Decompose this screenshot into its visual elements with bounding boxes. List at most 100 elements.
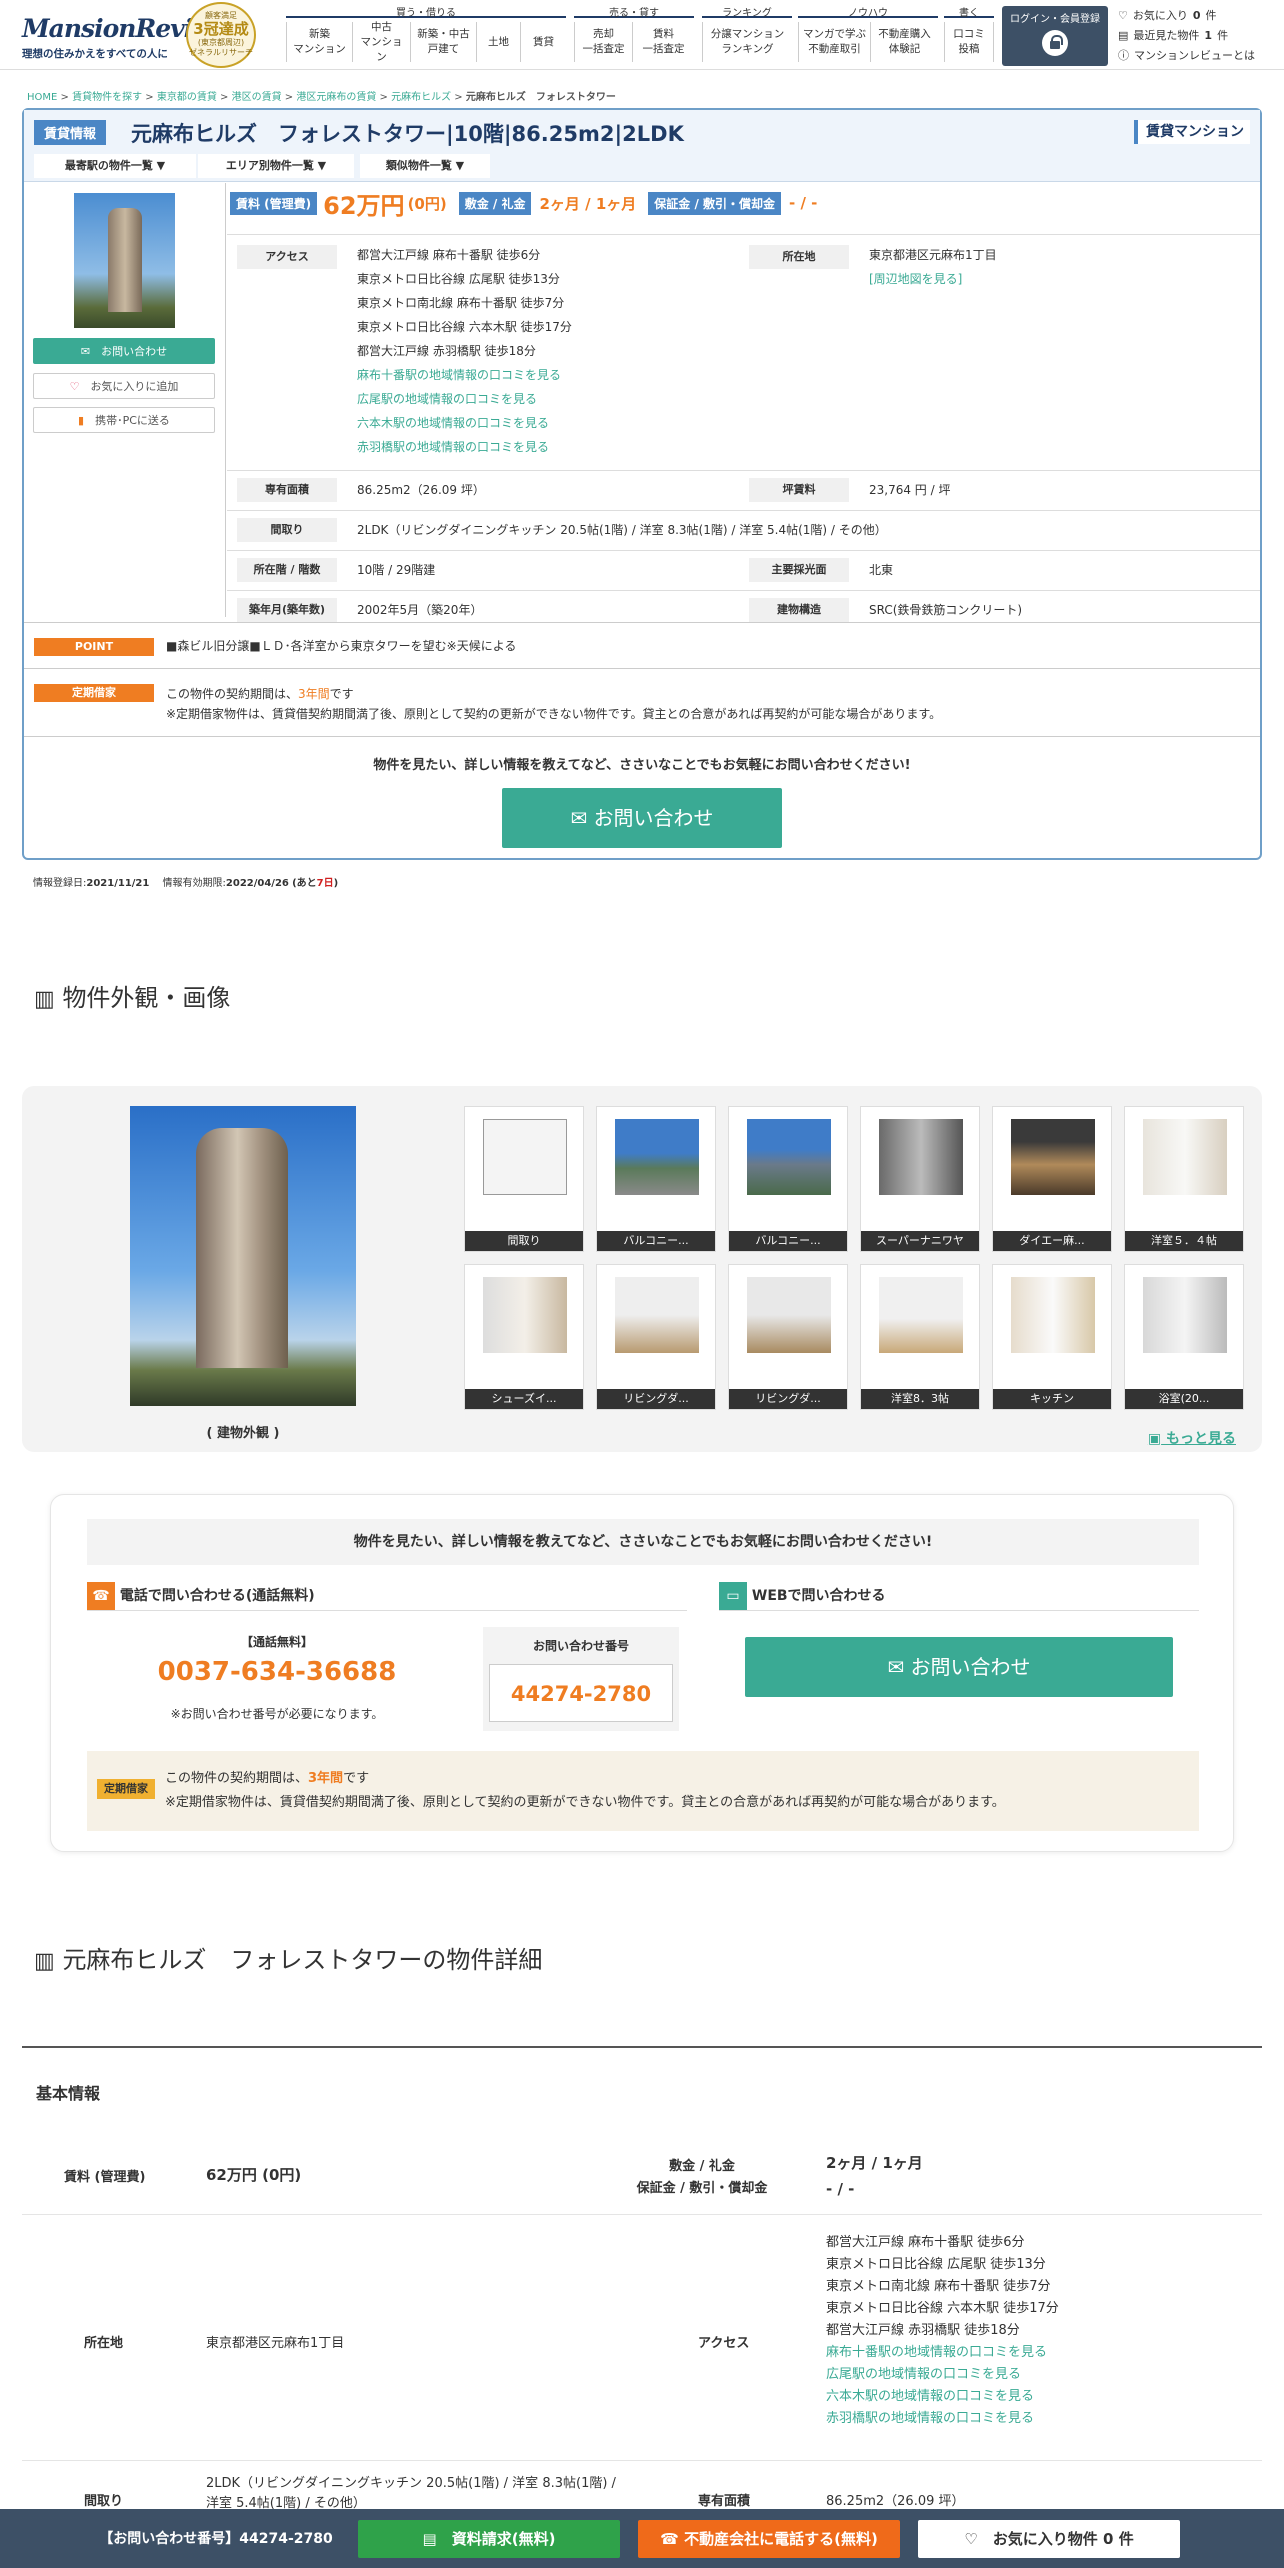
more-photos-link[interactable]: ▣ もっと見る <box>1148 1428 1236 1448</box>
thumbnail[interactable]: バルコニー... <box>596 1106 716 1252</box>
thumbnail[interactable]: 洋室8．3帖 <box>860 1264 980 1410</box>
phone-number[interactable]: 0037-634-36688 <box>87 1657 467 1687</box>
access-link[interactable]: 広尾駅の地域情報の口コミを見る <box>357 387 572 411</box>
thumbnail[interactable]: リビングダ... <box>728 1264 848 1410</box>
nav-review-post[interactable]: 口コミ 投稿 <box>944 22 994 62</box>
contact-card: 物件を見たい、詳しい情報を教えてなど、ささいなことでもお気軽にお問い合わせくださ… <box>50 1494 1234 1852</box>
crumb-minato[interactable]: 港区の賃貸 <box>232 92 282 103</box>
point-label: POINT <box>34 638 154 656</box>
send-mobile-button[interactable]: ▮ 携帯･PCに送る <box>33 407 215 433</box>
header-links: ♡ お気に入り 0 件 ▤ 最近見た物件 1 件 ⓘ マンションレビューとは <box>1118 6 1255 66</box>
structure-value: SRC(鉄骨鉄筋コンクリート) <box>869 603 1023 617</box>
thumbnail[interactable]: 洋室５．４帖 <box>1124 1106 1244 1252</box>
call-agent-button[interactable]: ☎ 不動産会社に電話する(無料) <box>638 2520 900 2558</box>
photo-gallery: ( 建物外観 ) 間取り バルコニー... バルコニー... スーパーナニワヤ … <box>22 1086 1262 1452</box>
crumb-tokyo[interactable]: 東京都の賃貸 <box>157 92 217 103</box>
inquiry-number-label: 【お問い合わせ番号】44274-2780 <box>99 2531 333 2547</box>
thumbnail[interactable]: ダイエー麻... <box>992 1106 1112 1252</box>
breadcrumb: HOME > 賃貸物件を探す > 東京都の賃貸 > 港区の賃貸 > 港区元麻布の… <box>27 92 616 103</box>
area-row: 専有面積 86.25m2（26.09 坪） 坪賃料 23,764 円 / 坪 <box>227 470 1260 510</box>
nav-house[interactable]: 新築・中古 戸建て <box>410 22 476 62</box>
main-exterior-photo[interactable] <box>130 1106 356 1406</box>
inquiry-button[interactable]: ✉ お問い合わせ <box>33 338 215 364</box>
request-docs-button[interactable]: ▤ 資料請求(無料) <box>358 2520 620 2558</box>
inquiry-number-box: お問い合わせ番号 44274-2780 <box>483 1627 679 1731</box>
access-link[interactable]: 赤羽橋駅の地域情報の口コミを見る <box>357 435 572 459</box>
thumbnail[interactable]: バルコニー... <box>728 1106 848 1252</box>
nav-ranking[interactable]: 分譲マンション ランキング <box>702 22 792 62</box>
thumbnail[interactable]: 浴室(20... <box>1124 1264 1244 1410</box>
inquiry-number: 44274-2780 <box>489 1664 673 1722</box>
fixed-lease-label: 定期借家 <box>34 684 154 702</box>
monitor-icon: ▭ <box>719 1582 747 1610</box>
phone-contact-heading: ☎ 電話で問い合わせる(通話無料) <box>87 1581 687 1611</box>
detail-address: 東京都港区元麻布1丁目 <box>206 2336 345 2351</box>
favorites-link[interactable]: ♡ お気に入り 0 件 <box>1118 6 1255 26</box>
unit-price-value: 23,764 円 / 坪 <box>869 483 951 497</box>
map-link[interactable]: [周辺地図を見る] <box>869 267 997 291</box>
crumb-rent[interactable]: 賃貸物件を探す <box>72 92 142 103</box>
detail-deposit: 2ヶ月 / 1ヶ月 <box>826 2154 923 2172</box>
area-dropdown[interactable]: エリア別物件一覧 ▼ <box>198 154 354 178</box>
deposit-value: 2ヶ月 / 1ヶ月 <box>539 194 637 213</box>
about-link[interactable]: ⓘ マンションレビューとは <box>1118 46 1255 66</box>
thumbnail[interactable]: キッチン <box>992 1264 1112 1410</box>
lease-notice: 定期借家 この物件の契約期間は、3年間です ※定期借家物件は、賃貸借契約期間満了… <box>87 1751 1199 1831</box>
thumbnail[interactable]: スーパーナニワヤ <box>860 1106 980 1252</box>
nav-group-write: 書く 口コミ 投稿 <box>944 4 994 62</box>
mail-icon: ✉ <box>570 806 588 830</box>
recent-link[interactable]: ▤ 最近見た物件 1 件 <box>1118 26 1255 46</box>
property-summary: 賃貸情報 元麻布ヒルズ フォレストタワー|10階|86.25m2|2LDK 賃貸… <box>22 108 1262 860</box>
detail-access: 都営大江戸線 麻布十番駅 徒歩6分 東京メトロ日比谷線 広尾駅 徒歩13分 東京… <box>826 2235 1059 2426</box>
document-icon: ▤ <box>422 2530 437 2548</box>
nav-group-sell: 売る・貸す 売却 一括査定 賃料 一括査定 <box>574 4 694 62</box>
nearby-station-dropdown[interactable]: 最寄駅の物件一覧 ▼ <box>34 154 196 178</box>
nav-land[interactable]: 土地 <box>476 22 520 62</box>
crumb-hills[interactable]: 元麻布ヒルズ <box>391 92 451 103</box>
thumbnail[interactable]: 間取り <box>464 1106 584 1252</box>
deposit-label: 敷金 / 礼金 <box>458 191 532 215</box>
web-inquiry-button[interactable]: ✉ お問い合わせ <box>745 1637 1173 1697</box>
thumbnail[interactable]: シューズイ... <box>464 1264 584 1410</box>
main-inquiry-button[interactable]: ✉ お問い合わせ <box>502 788 782 848</box>
building-thumbnail[interactable] <box>74 193 175 328</box>
price-bar: 賃料 (管理費) 62万円 (0円) 敷金 / 礼金 2ヶ月 / 1ヶ月 保証金… <box>230 188 817 220</box>
access-link[interactable]: 麻布十番駅の地域情報の口コミを見る <box>357 363 572 387</box>
nav-group-ranking: ランキング 分譲マンション ランキング <box>702 4 792 62</box>
detail-layout: 2LDK（リビングダイニングキッチン 20.5帖(1階) / 洋室 8.3帖(1… <box>206 2476 616 2511</box>
favorites-bottom-button[interactable]: ♡ お気に入り物件 0 件 <box>918 2520 1180 2558</box>
award-badge: 顧客満足 3冠達成 (東京都周辺) ゼネラルリサーチ <box>186 2 256 68</box>
thumbnail[interactable]: リビングダ... <box>596 1264 716 1410</box>
phone-icon: ▮ <box>78 414 85 427</box>
login-button[interactable]: ログイン・会員登録 <box>1002 6 1108 66</box>
title-bar: 賃貸情報 元麻布ヒルズ フォレストタワー|10階|86.25m2|2LDK 賃貸… <box>24 110 1260 182</box>
access-link[interactable]: 六本木駅の地域情報の口コミを見る <box>357 411 572 435</box>
question-icon: ⓘ <box>1118 49 1129 62</box>
access-label: アクセス <box>237 245 337 269</box>
layout-value: 2LDK（リビングダイニングキッチン 20.5帖(1階) / 洋室 8.3帖(1… <box>357 523 887 537</box>
access-list: 都営大江戸線 麻布十番駅 徒歩6分 東京メトロ日比谷線 広尾駅 徒歩13分 東京… <box>357 243 572 459</box>
web-contact-heading: ▭ WEBで問い合わせる <box>719 1581 1199 1611</box>
point-text: ■森ビル旧分譲■ＬＤ･各洋室から東京タワーを望む※天候による <box>166 639 517 653</box>
add-favorite-button[interactable]: ♡ お気に入りに追加 <box>33 373 215 399</box>
floor-value: 10階 / 29階建 <box>357 563 436 577</box>
registration-info: 情報登録日:2021/11/21 情報有効期限:2022/04/26 (あと7日… <box>33 878 339 889</box>
property-side: ✉ お問い合わせ ♡ お気に入りに追加 ▮ 携帯･PCに送る <box>24 183 226 617</box>
mail-icon: ✉ <box>887 1655 905 1679</box>
nav-manga[interactable]: マンガで学ぶ 不動産取引 <box>798 22 870 62</box>
nav-experience[interactable]: 不動産購入 体験記 <box>870 22 938 62</box>
built-row: 築年月(築年数) 2002年5月（築20年） 建物構造 SRC(鉄骨鉄筋コンクリ… <box>227 590 1260 630</box>
basic-info-heading: 基本情報 <box>36 2084 101 2103</box>
address-label: 所在地 <box>749 245 849 269</box>
nav-new-mansion[interactable]: 新築 マンション <box>286 22 352 62</box>
nav-sell-assess[interactable]: 売却 一括査定 <box>574 22 632 62</box>
mail-icon: ✉ <box>80 345 91 358</box>
detail-heading: ▥ 元麻布ヒルズ フォレストタワーの物件詳細 <box>34 1946 543 1974</box>
rental-mansion-tag: 賃貸マンション <box>1134 120 1250 144</box>
nav-rent[interactable]: 賃貸 <box>520 22 566 62</box>
similar-dropdown[interactable]: 類似物件一覧 ▼ <box>360 154 490 178</box>
crumb-home[interactable]: HOME <box>27 92 57 103</box>
nav-used-mansion[interactable]: 中古 マンション <box>352 21 410 63</box>
crumb-motoazabu[interactable]: 港区元麻布の賃貸 <box>296 92 376 103</box>
nav-rent-assess[interactable]: 賃料 一括査定 <box>632 22 694 62</box>
